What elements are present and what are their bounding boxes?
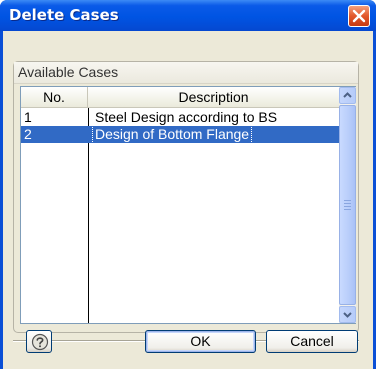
title-bar[interactable]: Delete Cases [0, 0, 376, 31]
ok-button[interactable]: OK [145, 330, 256, 353]
row-number: 2 [24, 126, 32, 142]
row-description: Steel Design according to BS [95, 109, 278, 125]
table-row[interactable]: 1 Steel Design according to BS [21, 109, 339, 126]
row-description: Design of Bottom Flange [91, 125, 253, 144]
dialog-title: Delete Cases [9, 6, 119, 24]
grip-line [344, 206, 351, 207]
close-button[interactable] [348, 5, 370, 27]
help-button[interactable] [26, 330, 52, 353]
group-title: Available Cases [14, 62, 358, 84]
grip-line [344, 203, 351, 204]
cancel-button[interactable]: Cancel [266, 330, 358, 353]
dialog-window: Delete Cases Available Cases No. Descrip… [0, 0, 376, 369]
dialog-body: Available Cases No. Description 1 Steel … [3, 31, 373, 369]
close-icon [352, 9, 366, 23]
scroll-up-button[interactable] [339, 87, 356, 104]
grip-line [344, 209, 351, 210]
column-header-description[interactable]: Description [88, 87, 339, 108]
row-number: 1 [24, 109, 32, 125]
scroll-thumb[interactable] [339, 105, 356, 305]
column-header-no[interactable]: No. [21, 87, 88, 108]
vertical-scrollbar[interactable] [339, 87, 356, 323]
scroll-down-button[interactable] [339, 306, 356, 323]
table-row-selected[interactable]: 2 Design of Bottom Flange [21, 125, 339, 144]
grip-line [344, 200, 351, 201]
table-header: No. Description [21, 87, 339, 108]
cases-table: No. Description 1 Steel Design according… [20, 86, 356, 324]
chevron-down-icon [343, 312, 352, 318]
help-icon [31, 333, 49, 351]
chevron-up-icon [343, 92, 352, 98]
